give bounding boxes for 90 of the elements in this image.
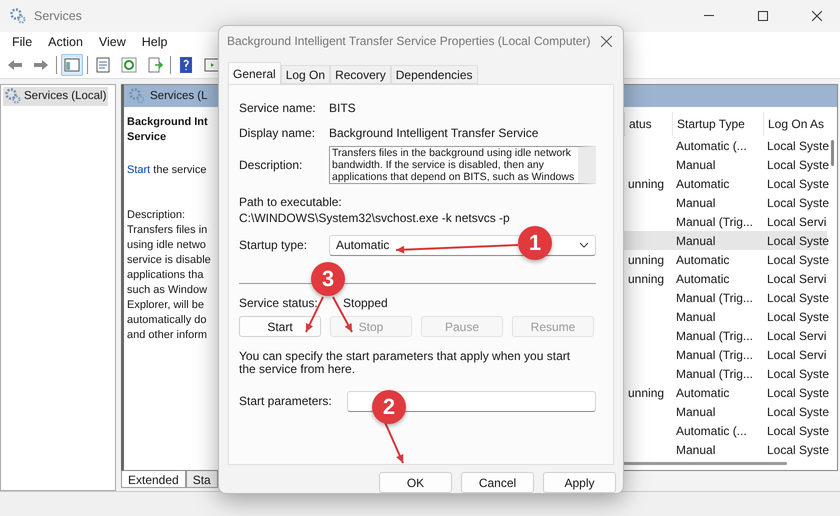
table-cell: Manual bbox=[676, 158, 716, 172]
field-label: Start parameters: bbox=[239, 394, 333, 408]
menu-item[interactable]: Action bbox=[40, 35, 91, 49]
table-cell: Manual (Trig... bbox=[676, 366, 753, 380]
table-cell: Local Syste bbox=[767, 310, 830, 324]
description-label: Description: bbox=[127, 208, 186, 223]
table-cell: Automatic (... bbox=[676, 138, 747, 152]
table-cell: Manual (Trig... bbox=[676, 290, 753, 304]
description-text: automatically do bbox=[127, 313, 206, 328]
field-label: Service status: bbox=[239, 296, 319, 310]
description-box: Transfers files in the background using idle network bandwidth. If the service is disabled, then any applications that depend on BITS, such as Windows bbox=[329, 146, 596, 184]
dialog-tab[interactable]: Log On bbox=[280, 65, 330, 84]
table-cell: Local Syste bbox=[767, 252, 830, 266]
table-cell: Local Syste bbox=[767, 290, 830, 304]
table-cell: Local Syste bbox=[767, 158, 830, 172]
tree-item[interactable]: Services (Local) bbox=[3, 87, 108, 106]
table-cell: Automatic bbox=[676, 386, 730, 400]
table-cell: Local Syste bbox=[767, 404, 830, 418]
scrollbar-thumb[interactable] bbox=[830, 140, 834, 166]
table-cell: Manual bbox=[676, 442, 716, 456]
table-cell: Manual bbox=[676, 196, 716, 210]
table-cell: Local Servi bbox=[767, 214, 826, 228]
table-cell: Manual bbox=[676, 310, 716, 324]
column-header[interactable]: Log On As bbox=[763, 112, 827, 136]
view-tab[interactable]: Sta bbox=[186, 471, 218, 488]
table-cell: Automatic bbox=[676, 272, 730, 286]
tree-toggle-icon[interactable] bbox=[61, 54, 83, 76]
table-cell: Automatic bbox=[676, 176, 730, 190]
gears-icon bbox=[129, 88, 145, 104]
gears-icon bbox=[10, 8, 26, 24]
dialog-tab[interactable]: Recovery bbox=[330, 65, 391, 84]
table-cell: Local Servi bbox=[767, 272, 826, 286]
dialog-title: Background Intelligent Transfer Service Properties (Local Computer) bbox=[227, 34, 591, 48]
field-label: Path to executable: bbox=[239, 195, 342, 209]
start-link[interactable]: Start bbox=[127, 164, 150, 176]
table-cell: unning bbox=[628, 252, 664, 266]
field-value: Stopped bbox=[343, 296, 388, 310]
field-value: BITS bbox=[329, 100, 356, 114]
dialog-button[interactable]: Apply bbox=[543, 472, 616, 493]
pane-title: Services (L bbox=[150, 90, 208, 102]
table-cell: Local Syste bbox=[767, 138, 830, 152]
menu-item[interactable]: File bbox=[4, 35, 40, 49]
menu-item[interactable]: Help bbox=[134, 35, 176, 49]
table-cell: Manual (Trig... bbox=[676, 328, 753, 342]
table-cell: unning bbox=[628, 176, 664, 190]
field-label: Display name: bbox=[239, 126, 316, 140]
dialog-tab[interactable]: General bbox=[228, 62, 281, 84]
chevron-icon bbox=[579, 242, 589, 248]
description-text: applications tha bbox=[127, 268, 204, 283]
table-cell: unning bbox=[628, 272, 664, 286]
table-cell: Manual (Trig... bbox=[676, 214, 753, 228]
path-text: C:\WINDOWS\System32\svchost.exe -k netsvcs -p bbox=[239, 211, 510, 225]
window-title: Services bbox=[34, 9, 83, 23]
service-title: Background Int bbox=[127, 115, 208, 130]
gears-icon bbox=[5, 88, 21, 104]
description-text: and other inform bbox=[127, 328, 208, 343]
table-cell: Local Syste bbox=[767, 424, 830, 438]
service-button[interactable]: Start bbox=[239, 316, 321, 337]
description-text: service is disable bbox=[127, 253, 211, 268]
menu-item[interactable]: View bbox=[90, 35, 134, 49]
table-cell: Manual bbox=[676, 234, 716, 248]
field-label: Service name: bbox=[239, 100, 317, 114]
dialog-tab[interactable]: Dependencies bbox=[390, 65, 478, 84]
table-cell: Local Servi bbox=[767, 348, 826, 362]
table-cell: Local Syste bbox=[767, 442, 830, 456]
view-tab[interactable]: Extended bbox=[121, 471, 186, 488]
description-text: Explorer, will be bbox=[127, 298, 204, 313]
description-text: Transfers files in bbox=[127, 223, 208, 238]
description-text: using idle netwo bbox=[127, 238, 206, 253]
dialog-button[interactable]: Cancel bbox=[461, 472, 534, 493]
link-text: the service bbox=[153, 164, 206, 176]
table-cell: Local Syste bbox=[767, 234, 830, 248]
table-cell: Manual (Trig... bbox=[676, 348, 753, 362]
field-label: Startup type: bbox=[239, 238, 308, 252]
table-cell: unning bbox=[628, 386, 664, 400]
column-header[interactable]: Startup Type bbox=[672, 112, 763, 136]
table-cell: Local Syste bbox=[767, 176, 830, 190]
table-cell: Local Syste bbox=[767, 386, 830, 400]
description-text: such as Window bbox=[127, 283, 208, 298]
dialog-button[interactable]: OK bbox=[379, 472, 452, 493]
table-cell: Automatic bbox=[676, 252, 730, 266]
field-value: Background Intelligent Transfer Service bbox=[329, 126, 538, 140]
table-cell: Automatic (... bbox=[676, 424, 747, 438]
table-cell: Local Servi bbox=[767, 328, 826, 342]
service-title: Service bbox=[127, 130, 166, 145]
field-label: Description: bbox=[239, 158, 304, 172]
table-cell: Local Syste bbox=[767, 196, 830, 210]
help-text: You can specify the start parameters that apply when you start the service from here. bbox=[239, 350, 572, 376]
table-cell: Manual bbox=[676, 404, 716, 418]
table-cell: Local Syste bbox=[767, 366, 830, 380]
